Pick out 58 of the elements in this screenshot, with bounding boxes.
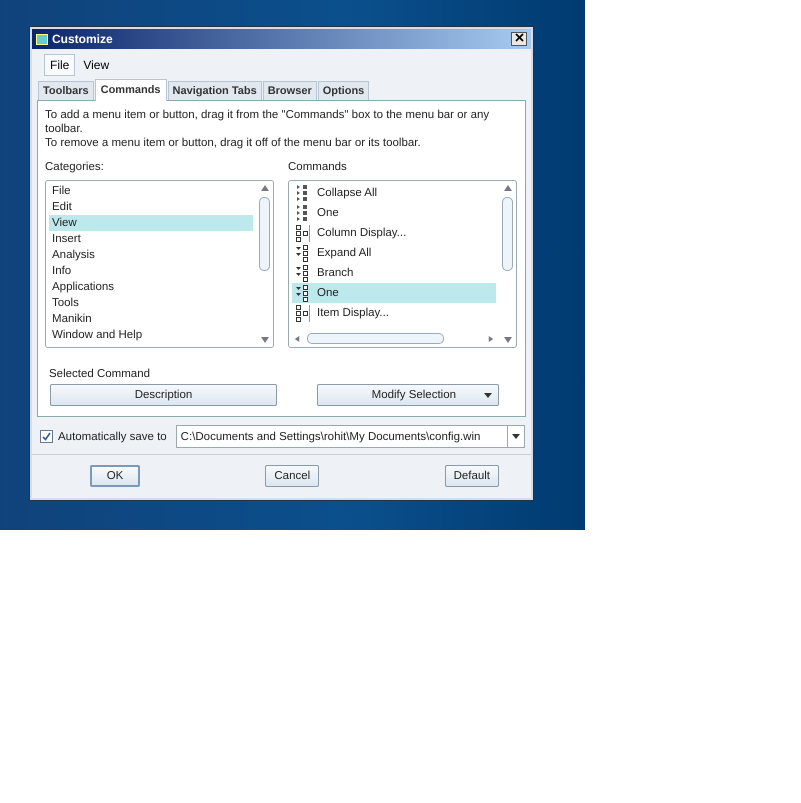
scrollbar-thumb[interactable] [307,333,444,344]
caret-icon [484,392,492,398]
scroll-up-icon[interactable] [504,185,512,191]
category-item[interactable]: Manikin [49,311,253,327]
command-item[interactable]: Expand All [292,243,496,263]
menu-item[interactable]: View [77,54,116,76]
dialog-button[interactable]: Cancel [265,465,320,487]
dialog-button[interactable]: Default [444,465,499,487]
checkbox[interactable] [40,430,53,443]
category-item[interactable]: File [49,183,253,199]
tree-icon [295,243,311,263]
category-item[interactable]: Insert [49,231,253,247]
tab[interactable]: Navigation Tabs [168,81,262,100]
category-item[interactable]: Tools [49,295,253,311]
window-title: Customize [52,32,114,46]
categories-label: Categories: [45,161,105,173]
commands-label: Commands [288,161,348,173]
category-item[interactable]: Analysis [49,247,253,263]
categories-list[interactable]: File Edit View Insert Analysis Info Applications Tools Manikin Window and Help [45,180,274,348]
path-combo-box[interactable]: C:\Documents and Settings\rohit\My Documents\config.win [176,425,525,448]
instruction-text: To add a menu item or button, drag it from the "Commands" box to the menu bar or any toolbar. [45,108,490,136]
scrollbar-thumb[interactable] [259,197,270,271]
command-item[interactable]: Column Display... [292,223,496,243]
command-item[interactable]: Item Display... [292,303,496,323]
tab[interactable]: Toolbars [38,81,94,100]
command-item[interactable]: One [292,283,496,303]
scroll-right-icon[interactable] [487,336,495,342]
tab[interactable]: Browser [262,81,317,100]
tree-icon [295,223,311,243]
tree-icon [295,263,311,283]
instruction-text: To remove a menu item or button, drag it off of the menu bar or its toolbar. [45,136,422,150]
command-item[interactable]: Branch [292,263,496,283]
checkbox-label: Automatically save to [58,430,167,442]
window-icon [36,34,48,44]
tree-icon [295,283,311,303]
caret-icon[interactable] [512,434,520,439]
scroll-down-icon[interactable] [260,337,268,343]
description-button[interactable]: Description [50,384,277,406]
scroll-left-icon[interactable] [293,336,301,342]
tree-icon [295,303,311,323]
modify-selection-button[interactable]: Modify Selection [317,384,499,406]
category-item[interactable]: View [49,215,253,231]
scroll-down-icon[interactable] [504,337,512,343]
dialog-button[interactable]: OK [90,465,140,487]
command-item[interactable]: Collapse All [292,183,496,203]
commands-list[interactable]: Collapse All One Column Display... Expand All Branch One Item Display... [288,180,517,348]
category-item[interactable]: Info [49,263,253,279]
command-item[interactable]: One [292,203,496,223]
category-item[interactable]: Window and Help [49,327,253,343]
scrollbar-thumb[interactable] [502,197,513,271]
category-item[interactable]: Edit [49,199,253,215]
scroll-up-icon[interactable] [260,185,268,191]
category-item[interactable]: Applications [49,279,253,295]
selected-command-label: Selected Command [49,368,151,380]
tab[interactable]: Commands [94,79,167,101]
tab[interactable]: Options [318,81,370,100]
close-button[interactable] [511,32,527,46]
menu-item[interactable]: File [44,54,76,76]
